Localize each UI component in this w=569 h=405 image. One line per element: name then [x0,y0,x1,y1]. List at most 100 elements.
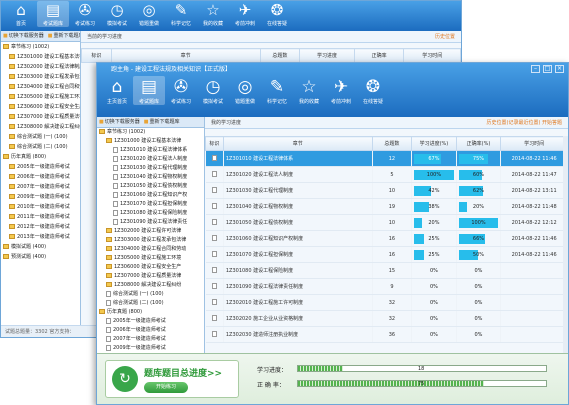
nav-item-exam[interactable]: ▤ 考试题库 [133,76,165,105]
table-scrollbar[interactable] [563,136,568,355]
front-history-link[interactable]: 历史位置(记录最近位置) 开始答题 [487,117,563,129]
tree-node[interactable]: 2005年一级建造师考试 [1,162,80,172]
tree-node[interactable]: 1Z301040 建设工程物权制度 [97,173,204,182]
tree-node[interactable]: 历年真题 (800) [97,308,204,317]
tree-node[interactable]: 1Z301080 建设工程保险制度 [97,209,204,218]
tree-node[interactable]: 2006年一级建造师考试 [1,172,80,182]
minimize-icon[interactable]: – [531,65,540,73]
tree-node[interactable]: 1Z302000 建设工程法律制度 [1,62,80,72]
table-row[interactable]: 1Z302010 建设工程施工许可制度 32 0% 0% [205,294,568,311]
tree-node[interactable]: 历年真题 (800) [1,152,80,162]
column-header[interactable]: 标识 [81,48,112,63]
nav-item-pen[interactable]: ✎ 科学记忆 [261,76,293,105]
nav-item-clock[interactable]: ◷ 模拟考试 [197,76,229,105]
tree-node[interactable]: 模拟试题 (400) [1,242,80,252]
tree-node[interactable]: 1Z301030 建设工程代理制度 [97,164,204,173]
tree-node[interactable]: 综合测试题 (一) (100) [97,290,204,299]
column-header[interactable]: 标识 [205,136,224,151]
tree-node[interactable]: 1Z304000 建设工程合同和劳动 [1,82,80,92]
tree-node[interactable]: 综合测试题 (二) (100) [97,299,204,308]
tree-node[interactable]: 1Z308000 解决建设工程纠纷 [97,281,204,290]
nav-item-plane[interactable]: ✈ 考前冲刺 [325,76,357,105]
column-header[interactable]: 学习时间 [403,48,461,63]
tree-node[interactable]: 1Z307000 建设工程质量法律 [1,112,80,122]
tree-node[interactable]: 2007年一级建造师考试 [97,335,204,344]
start-practice-button[interactable]: 开始练习 [144,382,188,393]
nav-item-help[interactable]: ❂ 在线答疑 [261,1,293,27]
tree-node[interactable]: 1Z305000 建设工程施工环境 [97,254,204,263]
table-row[interactable]: 1Z301040 建设工程物权制度 19 38% 20% 2014-08-22 11:4… [205,198,568,215]
switch-server-tab[interactable]: 切换下载服务器 [99,117,140,127]
tree-node[interactable]: 2007年一级建造师考试 [1,182,80,192]
tree-node[interactable]: 1Z301000 建设工程基本法律 [1,52,80,62]
maximize-icon[interactable]: □ [543,65,552,73]
table-row[interactable]: 1Z301030 建设工程代理制度 10 42% 62% 2014-08-22 13:1… [205,182,568,199]
tree-node[interactable]: 1Z306000 建设工程安全生产 [97,263,204,272]
table-row[interactable]: 1Z302020 施工企业从业资格制度 32 0% 0% [205,310,568,327]
tree-node[interactable]: 1Z302000 建设工程许可法律 [97,227,204,236]
column-header[interactable]: 正确率(%) [455,136,502,151]
nav-item-compass[interactable]: ✇ 考试练习 [69,1,101,27]
tree-node[interactable]: 2009年一级建造师考试 [97,344,204,353]
redownload-tab[interactable]: 重新下载题库 [48,31,80,41]
table-row[interactable]: 1Z301050 建设工程债权制度 10 20% 100% 2014-08-22 12:… [205,214,568,231]
tree-node[interactable]: 1Z304000 建设工程合同和劳动 [97,245,204,254]
tree-node[interactable]: 1Z306000 建设工程安全生产 [1,102,80,112]
tree-node[interactable]: 1Z305000 建设工程施工环境 [1,92,80,102]
nav-item-home[interactable]: ⌂ 首页 [5,1,37,27]
column-header[interactable]: 正确率 [353,48,405,63]
tree-node[interactable]: 2009年一级建造师考试 [1,192,80,202]
tree-node[interactable]: 1Z301000 建设工程基本法律 [97,137,204,146]
tree-node[interactable]: 1Z303000 建设工程发承包法律 [97,236,204,245]
nav-item-plane[interactable]: ✈ 考前冲刺 [229,1,261,27]
tree-node[interactable]: 2013年一级建造师考试 [1,232,80,242]
nav-item-clock[interactable]: ◷ 模拟考试 [101,1,133,27]
column-header[interactable]: 总题数 [371,136,413,151]
tree-node[interactable]: 2010年一级建造师考试 [1,202,80,212]
table-row[interactable]: 1Z301060 建设工程知识产权制度 16 25% 66% 2014-08-22 11… [205,230,568,247]
table-row[interactable]: 1Z301020 建设工程法人制度 5 100% 60% 2014-08-22 11:4… [205,166,568,183]
nav-item-compass[interactable]: ✇ 考试练习 [165,76,197,105]
tree-node[interactable]: 2006年一级建造师考试 [97,326,204,335]
tree-node[interactable]: 1Z301010 建设工程法律体系 [97,146,204,155]
tree-node[interactable]: 综合测试题 (一) (100) [1,132,80,142]
column-header[interactable]: 学习时间 [500,136,568,151]
tree-node[interactable]: 1Z301020 建设工程法人制度 [97,155,204,164]
redownload-tab[interactable]: 重新下载题库 [144,117,179,127]
back-history-link[interactable]: 历史位置 [435,31,455,43]
nav-item-pen[interactable]: ✎ 科学记忆 [165,1,197,27]
column-header[interactable]: 学习进度(%) [411,136,457,151]
tree-node[interactable]: 2012年一级建造师考试 [1,222,80,232]
tree-node[interactable]: 1Z301070 建设工程担保制度 [97,200,204,209]
tree-node[interactable]: 1Z301060 建设工程知识产权 [97,191,204,200]
tree-node[interactable]: 1Z308000 解决建设工程纠纷 [1,122,80,132]
nav-item-star[interactable]: ☆ 我的收藏 [293,76,325,105]
tree-node[interactable]: 2005年一级建造师考试 [97,317,204,326]
tree-node[interactable]: 1Z307000 建设工程质量法律 [97,272,204,281]
tree-node[interactable]: 综合测试题 (二) (100) [1,142,80,152]
tree-node[interactable]: 章节练习 (1002) [97,128,204,137]
nav-item-help[interactable]: ❂ 在线答疑 [357,76,389,105]
switch-server-tab[interactable]: 切换下载服务器 [3,31,44,41]
close-icon[interactable]: × [555,65,564,73]
table-row[interactable]: 1Z301070 建设工程担保制度 16 25% 50% 2014-08-22 11:4… [205,246,568,263]
tree-node[interactable]: 1Z301050 建设工程债权制度 [97,182,204,191]
nav-item-star[interactable]: ☆ 我的收藏 [197,1,229,27]
table-row[interactable]: 1Z301080 建设工程保险制度 15 0% 0% [205,262,568,279]
nav-item-target[interactable]: ◎ 错题重做 [229,76,261,105]
table-row[interactable]: 1Z302030 建造师注册执业制度 36 0% 0% [205,326,568,343]
tree-node[interactable]: 2011年一级建造师考试 [1,212,80,222]
column-header[interactable]: 章节 [110,48,261,63]
table-row[interactable]: 1Z301010 建设工程法律体系 12 67% 75% 2014-08-22 11:4… [205,150,568,167]
table-row[interactable]: 1Z301090 建设工程法律责任制度 9 0% 0% [205,278,568,295]
column-header[interactable]: 学习进度 [299,48,355,63]
nav-item-home[interactable]: ⌂ 主页首页 [101,76,133,105]
tree-node[interactable]: 章节练习 (1002) [1,42,80,52]
nav-item-exam[interactable]: ▤ 考试题库 [37,1,69,27]
tree-node[interactable]: 1Z301090 建设工程法律责任 [97,218,204,227]
tree-node[interactable]: 1Z303000 建设工程发承包法律 [1,72,80,82]
nav-item-target[interactable]: ◎ 错题重做 [133,1,165,27]
column-header[interactable]: 总题数 [259,48,301,63]
column-header[interactable]: 章节 [222,136,373,151]
tree-node[interactable]: 预测试题 (400) [1,252,80,262]
